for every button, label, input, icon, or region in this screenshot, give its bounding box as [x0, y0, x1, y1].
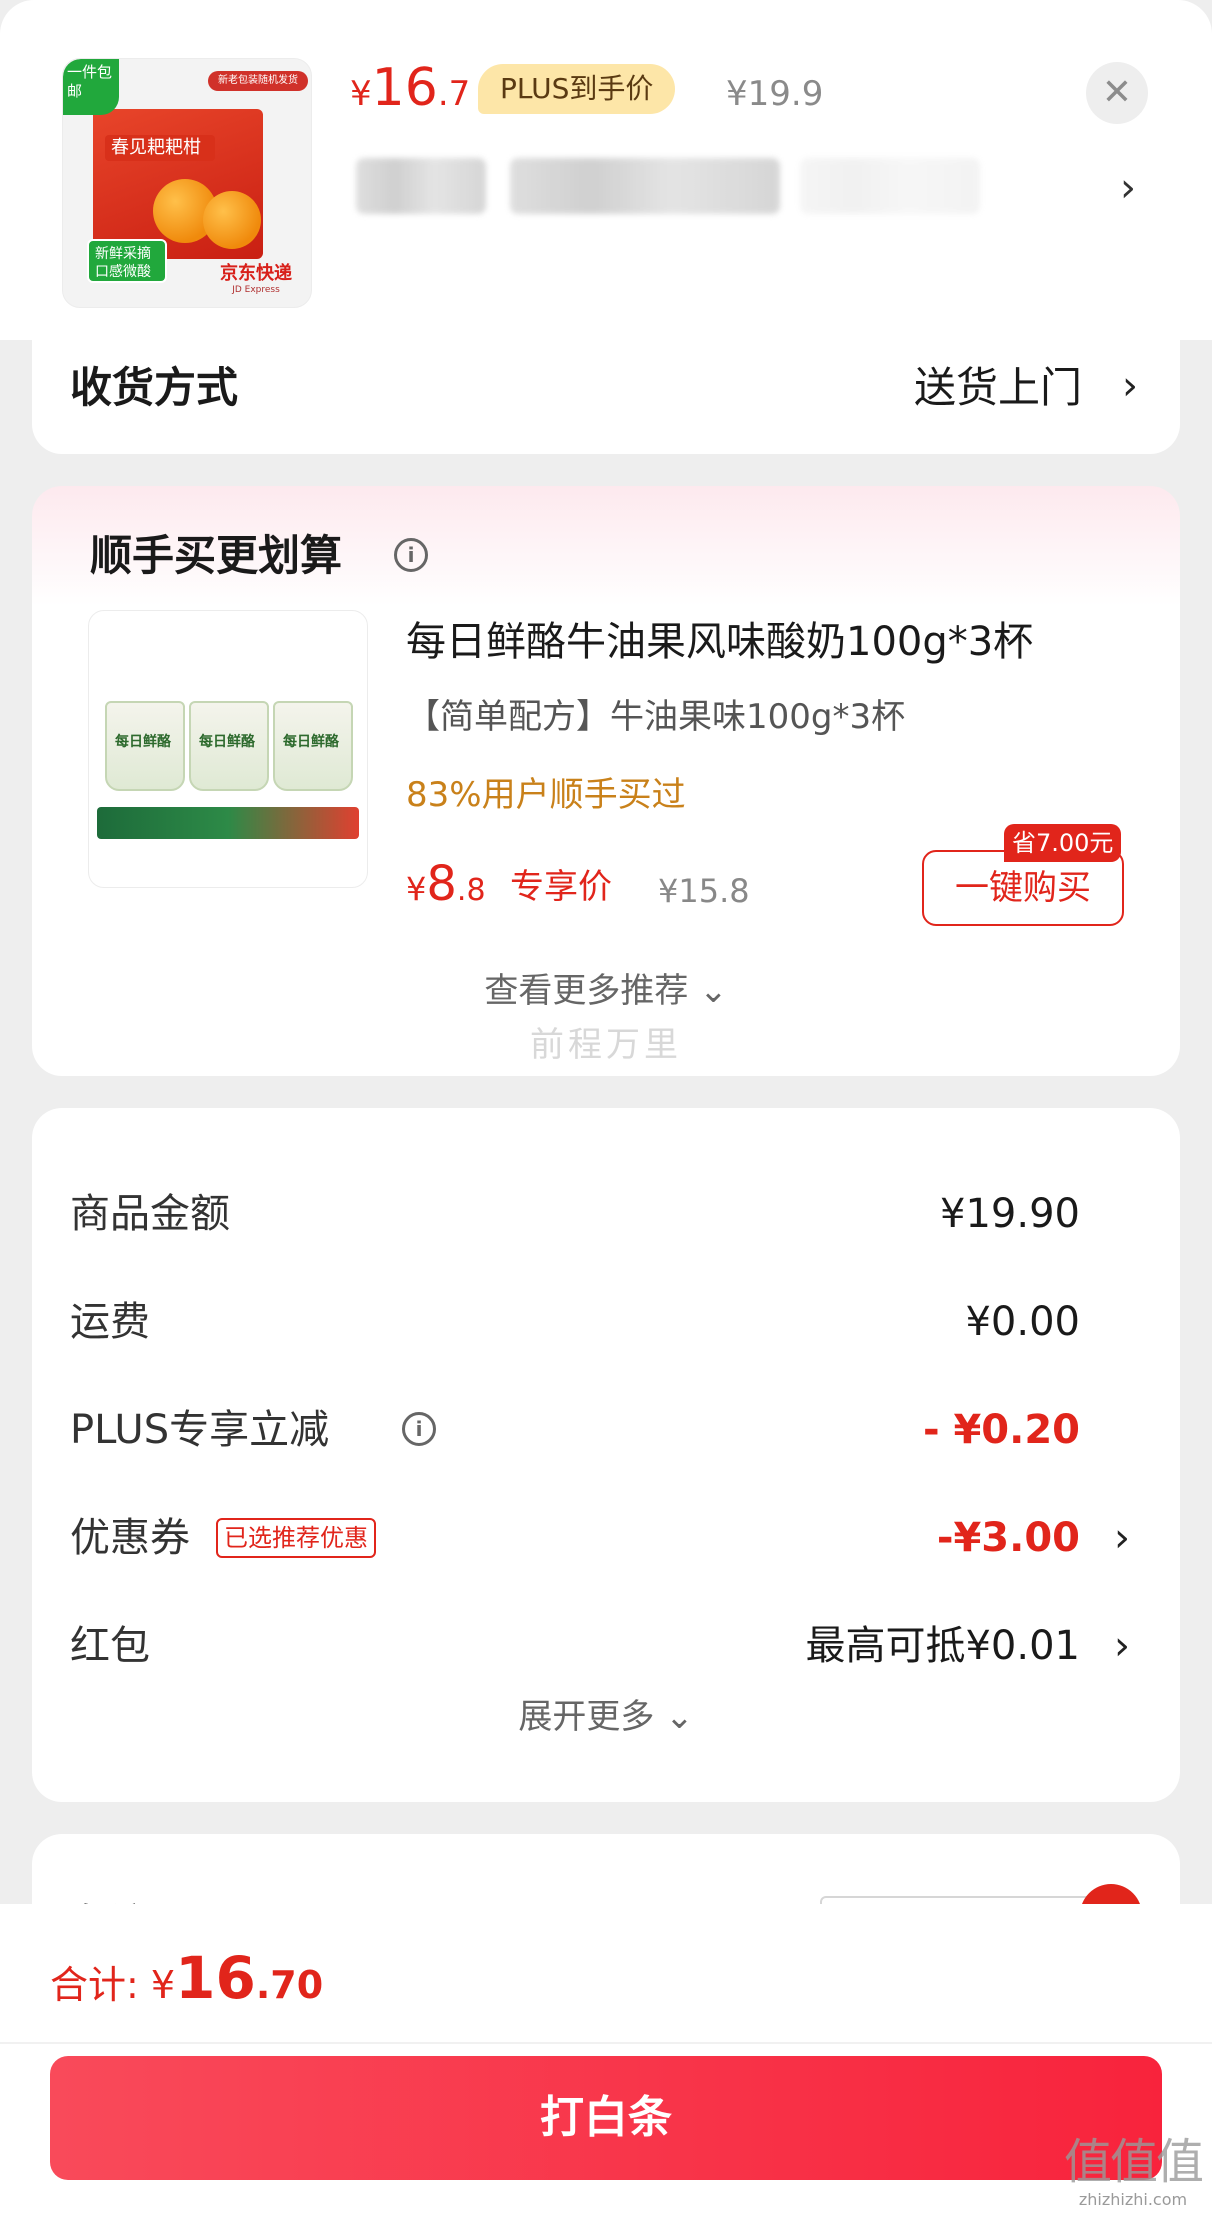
exclusive-price-label: 专享价: [510, 867, 612, 907]
recommend-title: 顺手买更划算: [90, 531, 343, 580]
total-dec: .70: [255, 1963, 324, 2007]
recommend-card: 顺手买更划算 i 每日鲜酪 每日鲜酪 每日鲜酪 每日鲜酪牛油果风味酸奶100g*…: [32, 486, 1180, 1076]
plus-discount-label: PLUS专享立减: [70, 1407, 330, 1453]
jd-express-en: JD Express: [232, 285, 280, 295]
plus-price-tag: PLUS到手价: [478, 64, 676, 114]
orange-graphic: [203, 191, 261, 249]
package-band-graphic: [97, 807, 359, 839]
shipping-fee-label: 运费: [70, 1299, 150, 1345]
plus-discount-value: - ¥0.20: [922, 1407, 1080, 1453]
total-currency: ¥: [150, 1963, 176, 2007]
site-watermark-url: zhizhizhi.com: [1078, 2190, 1188, 2209]
yogurt-cup-graphic: 每日鲜酪: [189, 701, 269, 791]
site-watermark: 值值值 zhizhizhi.com: [1063, 2134, 1204, 2210]
original-price: ¥19.9: [726, 74, 824, 114]
total-int: 16: [175, 1944, 256, 2012]
yogurt-cup-graphic: 每日鲜酪: [105, 701, 185, 791]
plus-discount-row: PLUS专享立减 i - ¥0.20: [70, 1400, 1142, 1460]
price-int: 8: [426, 856, 457, 912]
price-dec: .8: [456, 873, 486, 908]
delivery-label: 收货方式: [70, 363, 239, 412]
shipping-fee-value: ¥0.00: [965, 1299, 1080, 1345]
delivery-method-row[interactable]: 收货方式 送货上门 ›: [32, 340, 1180, 454]
coupon-label: 优惠券: [70, 1515, 190, 1561]
cup-label: 每日鲜酪: [283, 734, 339, 750]
goods-amount-value: ¥19.90: [940, 1191, 1080, 1237]
cup-label: 每日鲜酪: [115, 734, 171, 750]
price-currency: ¥: [350, 74, 372, 114]
close-icon[interactable]: ✕: [1086, 62, 1148, 124]
chevron-right-icon: ›: [1114, 1515, 1130, 1561]
info-icon[interactable]: i: [402, 1412, 436, 1446]
price-dec: .7: [437, 74, 471, 114]
red-packet-value: 最高可抵¥0.01: [805, 1623, 1080, 1669]
delivery-value: 送货上门: [913, 363, 1082, 412]
order-total: 合计: ¥16.70: [50, 1940, 323, 2023]
red-packet-label: 红包: [70, 1623, 150, 1669]
blurred-spec-text: [356, 158, 486, 214]
goods-amount-row: 商品金额 ¥19.90: [70, 1184, 1142, 1244]
coupon-value: -¥3.00: [936, 1515, 1080, 1561]
pay-with-baitiao-button[interactable]: 打白条: [50, 2056, 1162, 2180]
chevron-right-icon[interactable]: ›: [1120, 160, 1136, 216]
yogurt-cup-graphic: 每日鲜酪: [273, 701, 353, 791]
goods-amount-label: 商品金额: [70, 1191, 230, 1237]
coupon-row[interactable]: 优惠券 已选推荐优惠 -¥3.00 ›: [70, 1508, 1142, 1568]
chevron-right-icon: ›: [1114, 1623, 1130, 1669]
users-bought-text: 83%用户顺手买过: [406, 775, 686, 815]
more-recommendations-label: 查看更多推荐: [484, 971, 689, 1011]
box-title: 春见耙耙柑: [105, 135, 215, 161]
blurred-spec-text: [510, 158, 780, 214]
cup-label: 每日鲜酪: [199, 734, 255, 750]
shipping-fee-row: 运费 ¥0.00: [70, 1292, 1142, 1352]
price-currency: ¥: [406, 870, 427, 908]
expand-more-link[interactable]: 展开更多 ⌄: [32, 1692, 1180, 1742]
expand-more-label: 展开更多: [518, 1697, 655, 1737]
site-watermark-logo: 值值值: [1063, 2134, 1204, 2190]
jd-express-logo: 京东快递 JD Express: [211, 259, 301, 295]
header-price: ¥16.7: [350, 58, 470, 124]
recommend-product-name[interactable]: 每日鲜酪牛油果风味酸奶100g*3杯: [406, 614, 1033, 670]
save-amount-tag: 省7.00元: [1004, 824, 1122, 862]
price-summary-card: 商品金额 ¥19.90 运费 ¥0.00 PLUS专享立减 i - ¥0.20 …: [32, 1108, 1180, 1802]
blurred-spec-text: [800, 158, 980, 214]
more-recommendations-link[interactable]: 查看更多推荐 ⌄: [32, 966, 1180, 1016]
product-box-graphic: 春见耙耙柑: [93, 109, 263, 259]
chevron-right-icon: ›: [1122, 363, 1138, 409]
price-int: 16: [371, 58, 438, 118]
checkout-bar: 合计: ¥16.70 打白条 值值值 zhizhizhi.com: [0, 1904, 1212, 2221]
divider: [0, 2042, 1212, 2044]
coupon-selected-tag: 已选推荐优惠: [216, 1518, 376, 1558]
total-label: 合计:: [50, 1963, 139, 2007]
free-shipping-corner: 一件包邮: [63, 59, 119, 115]
product-thumbnail[interactable]: 春见耙耙柑 新老包装随机发货 一件包邮 新鲜采摘口感微酸 京东快递 JD Exp…: [62, 58, 312, 308]
packaging-note: 新老包装随机发货: [208, 71, 308, 91]
recommend-product-image[interactable]: 每日鲜酪 每日鲜酪 每日鲜酪: [88, 610, 368, 888]
product-header: 春见耙耙柑 新老包装随机发货 一件包邮 新鲜采摘口感微酸 京东快递 JD Exp…: [0, 0, 1212, 340]
chevron-down-icon: ⌄: [665, 1697, 694, 1737]
recommend-product-spec: 【简单配方】牛油果味100g*3杯: [406, 697, 906, 737]
fresh-badge: 新鲜采摘口感微酸: [87, 239, 167, 283]
info-icon[interactable]: i: [394, 538, 428, 572]
jd-express-label: 京东快递: [220, 263, 292, 284]
watermark-text: 前程万里: [530, 1025, 682, 1065]
red-packet-row[interactable]: 红包 最高可抵¥0.01 ›: [70, 1616, 1142, 1676]
recommend-price: ¥8.8: [406, 854, 486, 921]
chevron-down-icon: ⌄: [699, 971, 728, 1011]
recommend-original-price: ¥15.8: [658, 872, 750, 910]
